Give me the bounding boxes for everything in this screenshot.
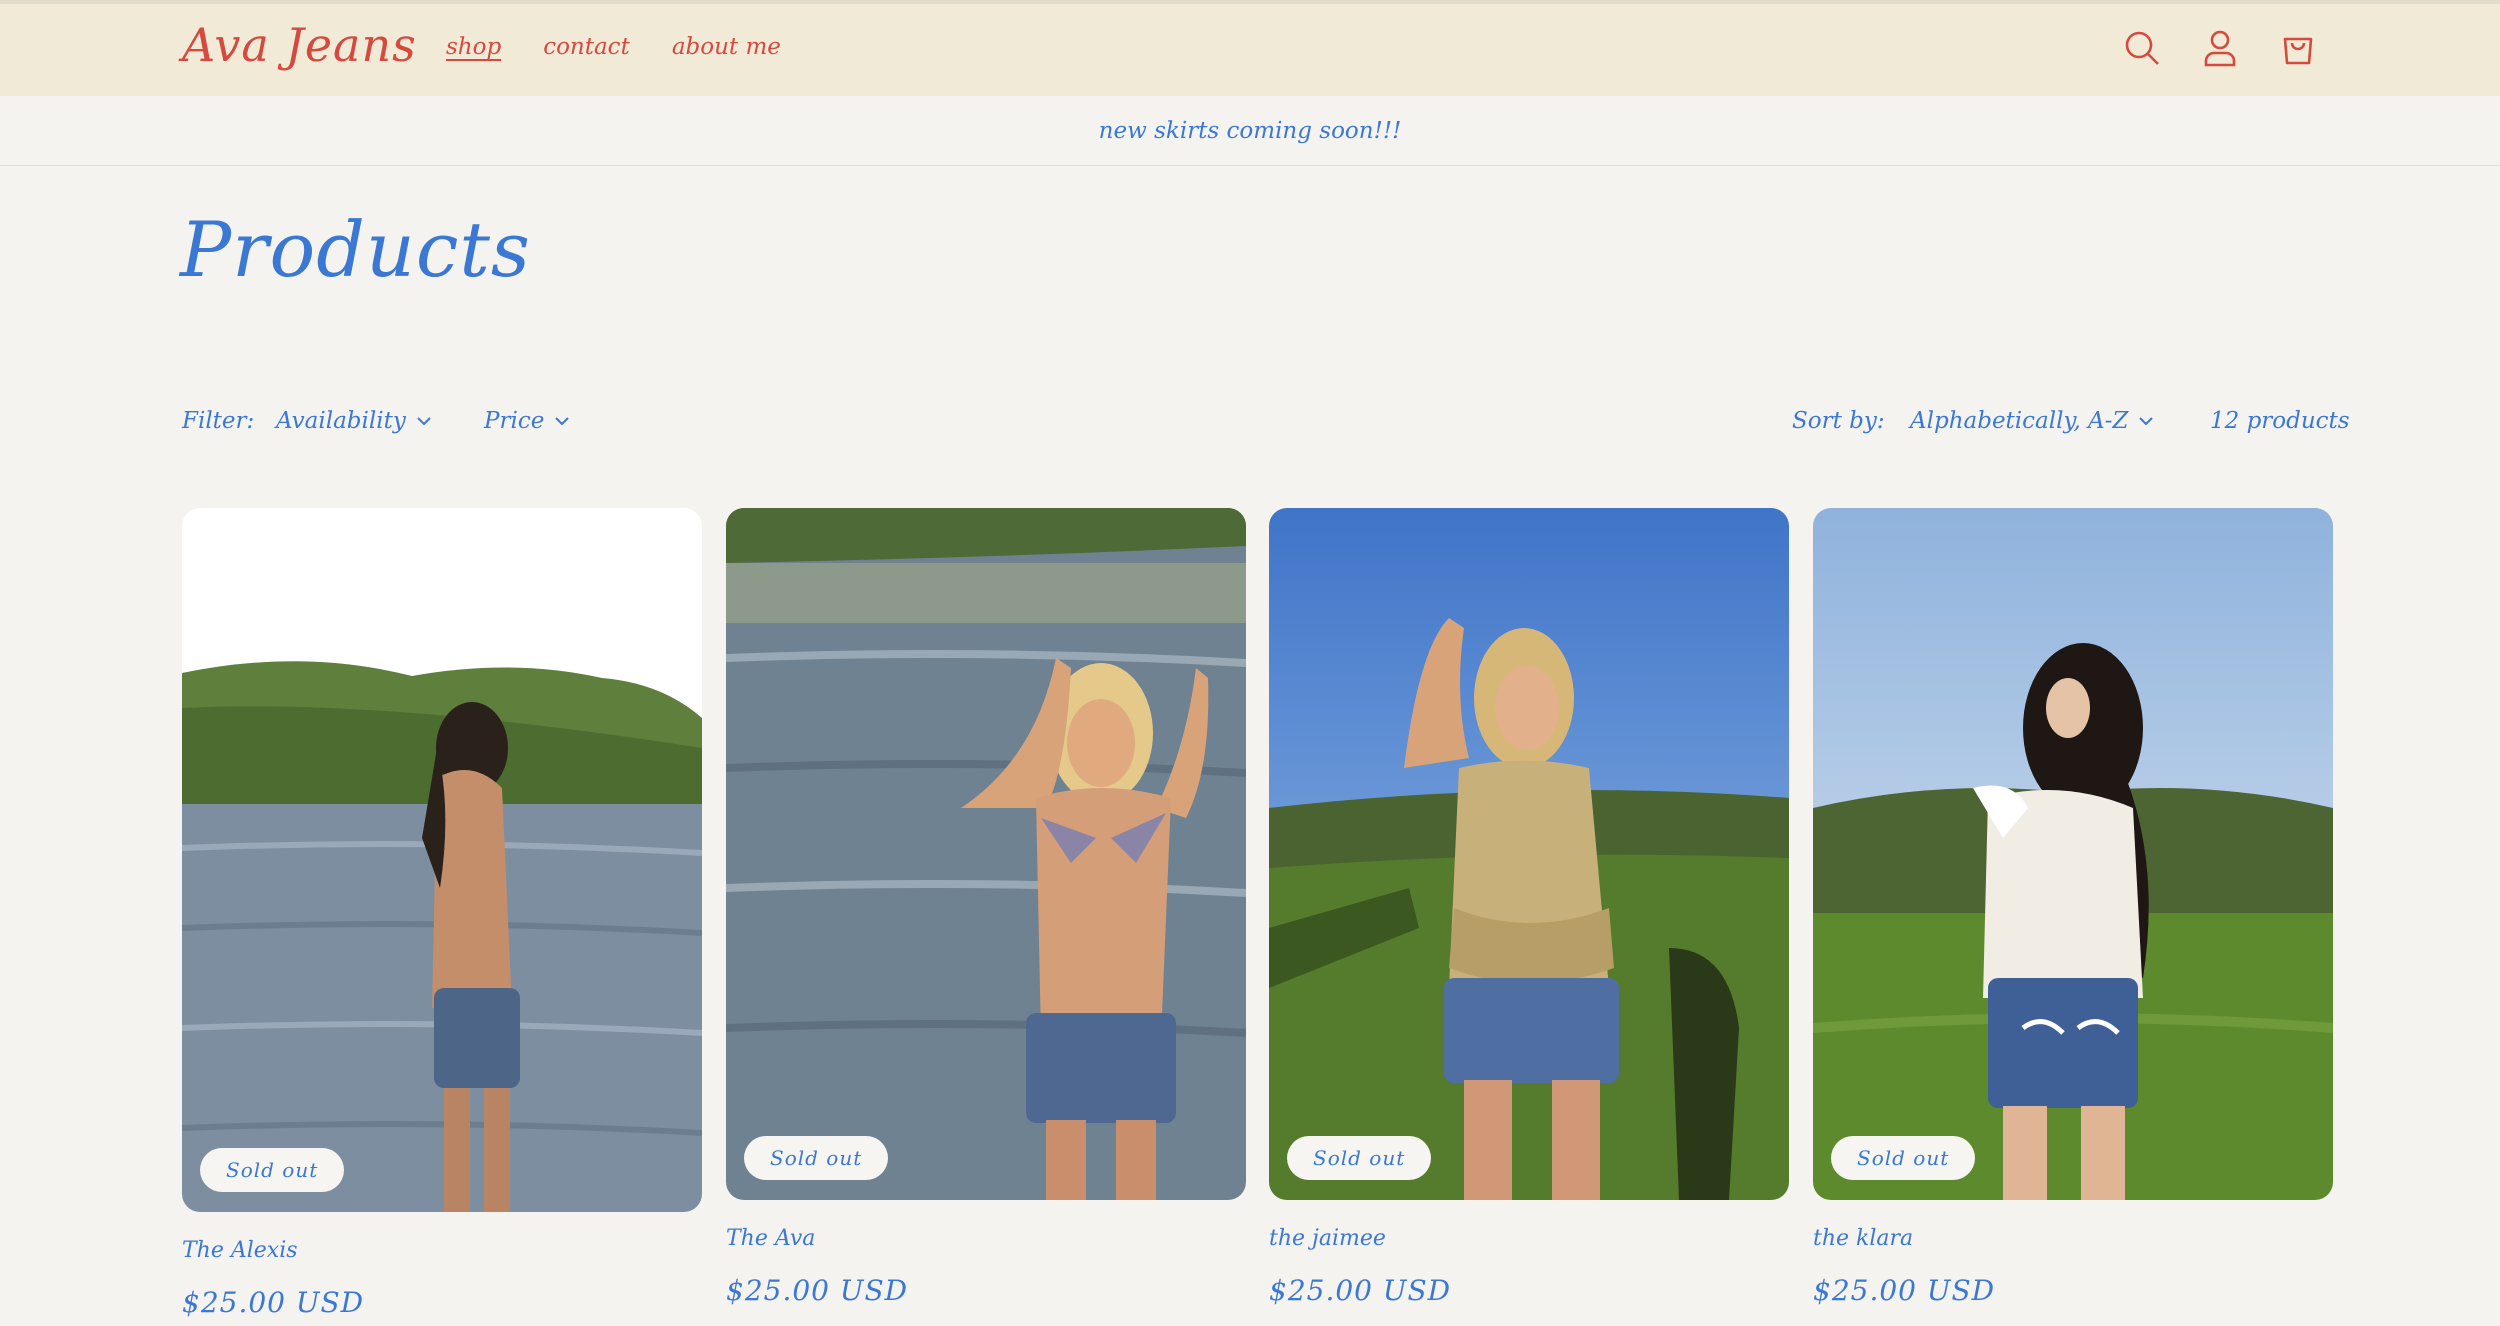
- product-name[interactable]: The Ava: [726, 1226, 815, 1251]
- product-price: $25.00 USD: [726, 1274, 909, 1307]
- product-image[interactable]: [1269, 508, 1789, 1200]
- sort-value: Alphabetically, A-Z: [1910, 408, 2129, 434]
- product-image[interactable]: [1813, 508, 2333, 1200]
- announcement-bar: new skirts coming soon!!!: [0, 96, 2500, 166]
- price-filter[interactable]: Price: [484, 408, 570, 434]
- main-nav: shop contact about me: [446, 34, 781, 60]
- product-name[interactable]: The Alexis: [182, 1238, 298, 1263]
- sold-out-badge: Sold out: [1831, 1136, 1976, 1180]
- account-icon[interactable]: [2198, 26, 2242, 70]
- sort-label: Sort by:: [1792, 408, 1885, 434]
- product-price: $25.00 USD: [182, 1286, 365, 1319]
- product-image[interactable]: [182, 508, 702, 1212]
- chevron-down-icon: [2139, 417, 2154, 426]
- cart-icon[interactable]: [2276, 26, 2320, 70]
- site-logo[interactable]: Ava Jeans: [182, 18, 417, 72]
- price-filter-label: Price: [484, 408, 545, 434]
- chevron-down-icon: [555, 417, 570, 426]
- product-price: $25.00 USD: [1269, 1274, 1452, 1307]
- page-title: Products: [180, 205, 531, 294]
- chevron-down-icon: [417, 417, 431, 426]
- announcement-text: new skirts coming soon!!!: [1098, 117, 1402, 144]
- nav-shop[interactable]: shop: [446, 34, 501, 60]
- nav-about-me[interactable]: about me: [672, 34, 781, 60]
- product-count: 12 products: [2210, 408, 2350, 434]
- sold-out-badge: Sold out: [744, 1136, 889, 1180]
- filter-label: Filter:: [182, 408, 255, 434]
- product-name[interactable]: the klara: [1813, 1226, 1913, 1251]
- sort-select[interactable]: Alphabetically, A-Z: [1910, 408, 2154, 434]
- product-name[interactable]: the jaimee: [1269, 1226, 1386, 1251]
- product-image[interactable]: [726, 508, 1246, 1200]
- product-price: $25.00 USD: [1813, 1274, 1996, 1307]
- site-header: Ava Jeans shop contact about me: [0, 0, 2500, 96]
- search-icon[interactable]: [2120, 26, 2164, 70]
- availability-filter[interactable]: Availability: [276, 408, 432, 434]
- availability-label: Availability: [276, 408, 406, 434]
- sold-out-badge: Sold out: [1287, 1136, 1432, 1180]
- nav-contact[interactable]: contact: [543, 34, 630, 60]
- sold-out-badge: Sold out: [200, 1148, 345, 1192]
